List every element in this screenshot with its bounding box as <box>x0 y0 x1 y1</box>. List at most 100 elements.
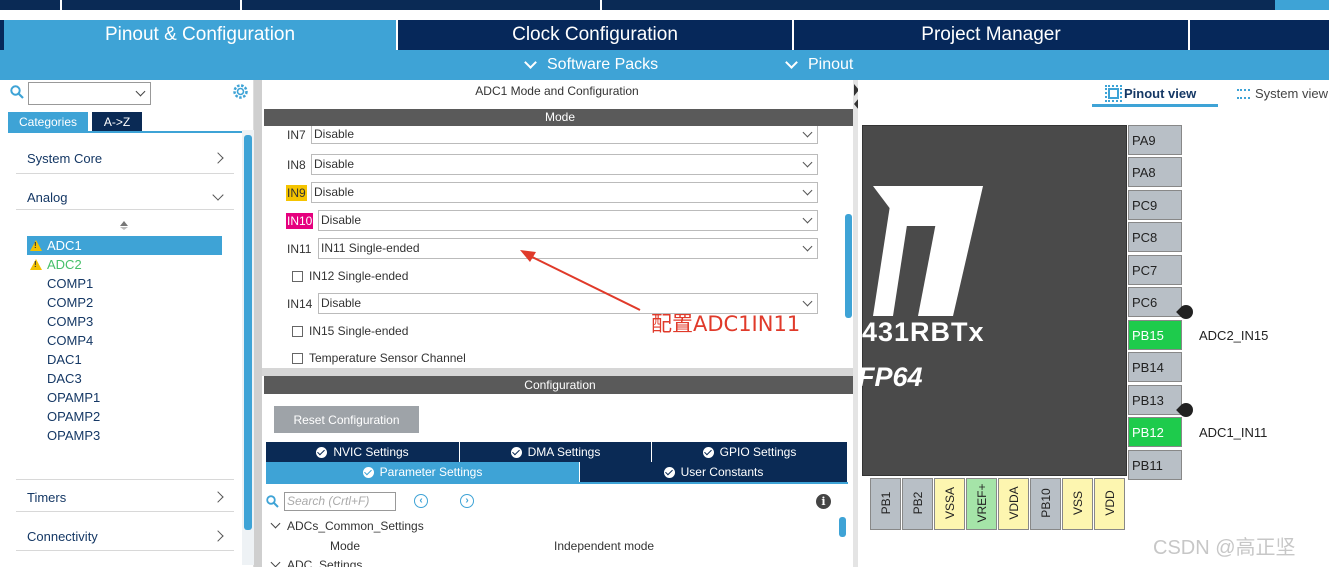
pinout-menu[interactable]: Pinout <box>785 50 853 80</box>
section-timers[interactable]: Timers <box>16 485 234 509</box>
checkbox[interactable] <box>292 325 303 337</box>
pin-pb11[interactable]: PB11 <box>1128 450 1182 480</box>
section-analog[interactable]: Analog <box>16 185 234 209</box>
tab-pinout-configuration[interactable]: Pinout & Configuration <box>4 20 398 50</box>
list-item-comp4[interactable]: COMP4 <box>27 331 222 350</box>
breadcrumb-separator <box>240 0 242 10</box>
pin-pb15[interactable]: PB15 <box>1128 320 1182 350</box>
gear-icon[interactable] <box>232 83 249 105</box>
pin-pb14[interactable]: PB14 <box>1128 352 1182 382</box>
list-item-adc2[interactable]: ADC2 <box>27 255 222 274</box>
in8-select[interactable]: Disable <box>311 154 818 175</box>
mode-scrollbar[interactable] <box>845 214 852 318</box>
pin-pc7[interactable]: PC7 <box>1128 255 1182 285</box>
chevron-down-icon <box>270 558 281 567</box>
pin-pa9[interactable]: PA9 <box>1128 125 1182 155</box>
pin-signal-label-pb12: ADC1_IN11 <box>1199 425 1268 440</box>
pin-pb13[interactable]: PB13 <box>1128 385 1182 415</box>
pin-label: VDD <box>1102 490 1117 516</box>
search-icon[interactable] <box>10 85 24 104</box>
checkbox[interactable] <box>292 352 303 364</box>
pin-pc8[interactable]: PC8 <box>1128 222 1182 252</box>
pinout-view-button[interactable]: Pinout view <box>1105 85 1196 102</box>
previous-match-icon[interactable]: ‹ <box>414 494 428 508</box>
param-group-adc-settings[interactable]: ADC_Settings <box>270 558 362 567</box>
temp-sensor-checkbox-row[interactable]: Temperature Sensor Channel <box>292 349 466 367</box>
tab-parameter-settings[interactable]: Parameter Settings <box>266 462 580 482</box>
warning-icon <box>30 240 42 251</box>
param-group-adcs-common[interactable]: ADCs_Common_Settings <box>270 518 424 533</box>
parameter-scrollbar[interactable] <box>839 517 846 537</box>
check-circle-icon <box>362 466 374 478</box>
list-item-dac3[interactable]: DAC3 <box>27 369 222 388</box>
mode-row-in14: IN14 <box>286 293 313 315</box>
tab-clock-configuration[interactable]: Clock Configuration <box>398 20 794 50</box>
section-system-core[interactable]: System Core <box>16 146 234 170</box>
software-packs-menu[interactable]: Software Packs <box>524 50 658 80</box>
list-item-opamp2[interactable]: OPAMP2 <box>27 407 222 426</box>
chip-icon <box>1105 85 1122 102</box>
pin-vdd[interactable]: VDD <box>1094 478 1125 530</box>
pin-pb12[interactable]: PB12 <box>1128 417 1182 447</box>
pin-pc9[interactable]: PC9 <box>1128 190 1182 220</box>
in9-select[interactable]: Disable <box>311 182 818 203</box>
watermark: CSDN @高正坚 <box>1153 537 1296 559</box>
next-match-icon[interactable]: › <box>460 494 474 508</box>
pin-vref-plus[interactable]: VREF+ <box>966 478 997 530</box>
in10-select[interactable]: Disable <box>318 210 818 231</box>
category-search-combo[interactable] <box>28 82 151 105</box>
list-item-opamp3[interactable]: OPAMP3 <box>27 426 222 445</box>
panel-title: ADC1 Mode and Configuration <box>475 84 639 98</box>
tab-label: Parameter Settings <box>379 465 483 479</box>
checkbox[interactable] <box>292 270 303 282</box>
section-label: Timers <box>27 489 67 505</box>
pin-pb10[interactable]: PB10 <box>1030 478 1061 530</box>
categories-scrollbar[interactable] <box>244 135 252 530</box>
in12-checkbox-row[interactable]: IN12 Single-ended <box>292 267 408 285</box>
sort-down-icon[interactable] <box>120 227 128 230</box>
tab-user-constants[interactable]: User Constants <box>580 462 848 482</box>
tab-dma-settings[interactable]: DMA Settings <box>460 442 652 462</box>
pin-pc6[interactable]: PC6 <box>1128 287 1182 317</box>
section-connectivity[interactable]: Connectivity <box>16 524 234 548</box>
tab-a-z[interactable]: A->Z <box>92 112 142 132</box>
list-item-adc1[interactable]: ADC1 <box>27 236 222 255</box>
chevron-right-icon <box>212 530 224 542</box>
pin-pa8[interactable]: PA8 <box>1128 157 1182 187</box>
tab-underline <box>8 131 254 133</box>
pin-vssa[interactable]: VSSA <box>934 478 965 530</box>
pin-label: PC9 <box>1132 197 1158 213</box>
sort-up-icon[interactable] <box>120 221 128 226</box>
divider <box>16 550 234 551</box>
pin-pb2[interactable]: PB2 <box>902 478 933 530</box>
checkbox-label: Temperature Sensor Channel <box>309 351 466 365</box>
chevron-down-icon <box>802 296 813 307</box>
list-item-comp1[interactable]: COMP1 <box>27 274 222 293</box>
parameter-search-input[interactable]: Search (Crtl+F) <box>284 492 396 511</box>
system-view-button[interactable]: System view <box>1237 86 1328 101</box>
pin-pb1[interactable]: PB1 <box>870 478 901 530</box>
list-item-comp3[interactable]: COMP3 <box>27 312 222 331</box>
in7-select[interactable]: Disable <box>311 126 818 144</box>
tab-nvic-settings[interactable]: NVIC Settings <box>266 442 460 462</box>
pin-label: PC8 <box>1132 229 1158 245</box>
panel-splitter[interactable] <box>254 80 262 567</box>
info-icon[interactable]: i <box>816 494 831 509</box>
tab-gpio-settings[interactable]: GPIO Settings <box>652 442 848 462</box>
list-item-dac1[interactable]: DAC1 <box>27 350 222 369</box>
tab-project-manager[interactable]: Project Manager <box>794 20 1190 50</box>
divider <box>16 511 234 512</box>
item-label: COMP2 <box>47 295 94 310</box>
list-item-comp2[interactable]: COMP2 <box>27 293 222 312</box>
param-mode-value[interactable]: Independent mode <box>554 539 654 553</box>
reset-configuration-button[interactable]: Reset Configuration <box>274 406 419 433</box>
pin-vss[interactable]: VSS <box>1062 478 1093 530</box>
tab-categories[interactable]: Categories <box>8 112 88 132</box>
check-circle-icon <box>663 466 675 478</box>
annotation-arrow <box>520 250 641 311</box>
select-value: IN11 Single-ended <box>321 241 420 255</box>
pin-vdda[interactable]: VDDA <box>998 478 1029 530</box>
panel-splitter[interactable] <box>262 368 858 376</box>
in15-checkbox-row[interactable]: IN15 Single-ended <box>292 322 408 340</box>
list-item-opamp1[interactable]: OPAMP1 <box>27 388 222 407</box>
